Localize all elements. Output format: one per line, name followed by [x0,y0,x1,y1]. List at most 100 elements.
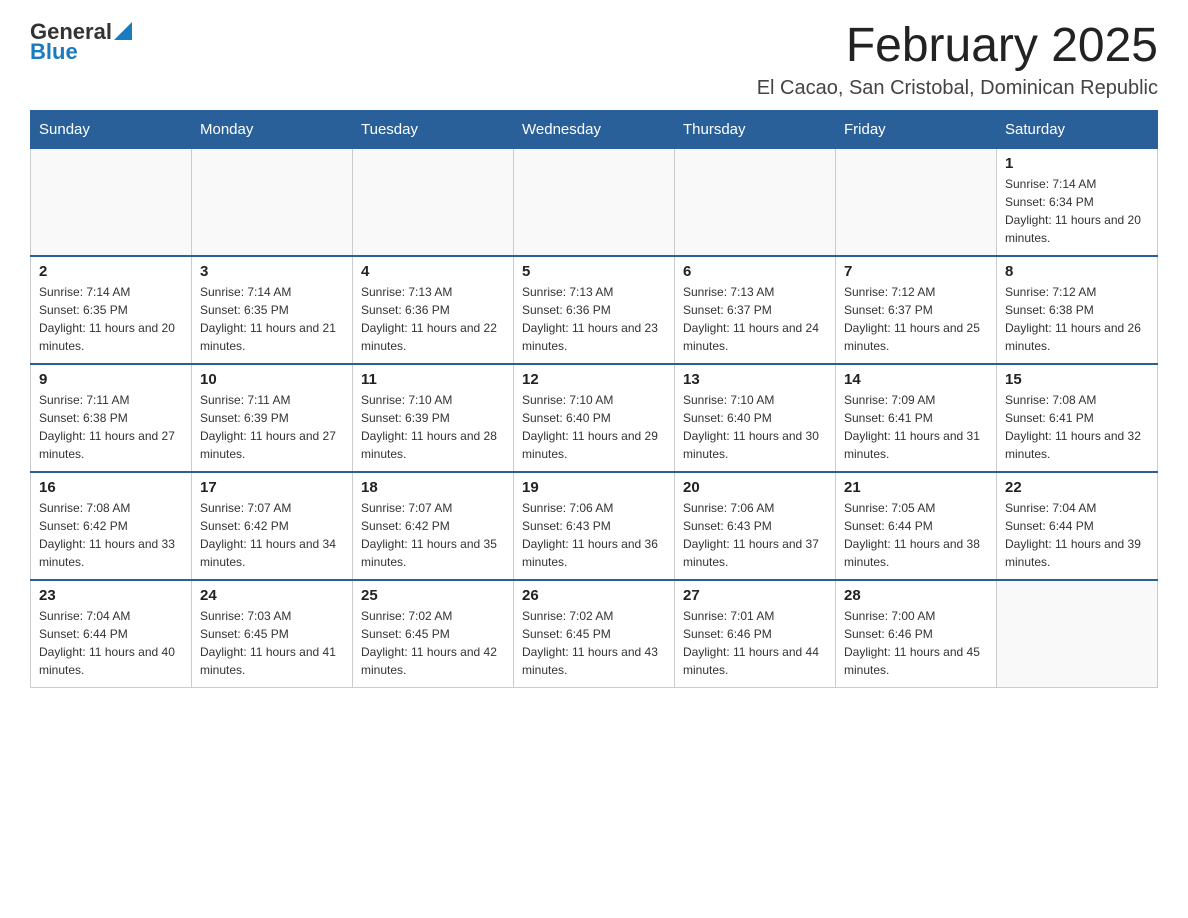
calendar-cell: 21 Sunrise: 7:05 AMSunset: 6:44 PMDayligh… [836,472,997,580]
day-number: 11 [361,371,505,388]
calendar-cell: 17 Sunrise: 7:07 AMSunset: 6:42 PMDayligh… [192,472,353,580]
calendar-cell [353,148,514,256]
calendar-cell: 3Sunrise: 7:14 AMSunset: 6:35 PMDaylight… [192,256,353,364]
day-number: 7 [844,263,988,280]
day-info: Sunrise: 7:02 AMSunset: 6:45 PMDaylight:… [522,607,666,679]
day-info: Sunrise: 7:09 AMSunset: 6:41 PMDaylight:… [844,391,988,463]
day-number: 16 [39,479,183,496]
calendar-header-wednesday: Wednesday [514,110,675,148]
day-info: Sunrise: 7:05 AMSunset: 6:44 PMDaylight:… [844,499,988,571]
calendar-header-row: SundayMondayTuesdayWednesdayThursdayFrid… [31,110,1158,148]
calendar-cell: 2 Sunrise: 7:14 AMSunset: 6:35 PMDaylight… [31,256,192,364]
day-number: 12 [522,371,666,388]
calendar-cell [514,148,675,256]
logo-blue: Blue [30,40,132,64]
calendar-cell: 1 Sunrise: 7:14 AMSunset: 6:34 PMDaylight… [997,148,1158,256]
day-info: Sunrise: 7:04 AMSunset: 6:44 PMDaylight:… [39,607,183,679]
calendar-cell: 10 Sunrise: 7:11 AMSunset: 6:39 PMDayligh… [192,364,353,472]
calendar-cell: 23 Sunrise: 7:04 AMSunset: 6:44 PMDayligh… [31,580,192,688]
day-info: Sunrise: 7:00 AMSunset: 6:46 PMDaylight:… [844,607,988,679]
day-info: Sunrise: 7:07 AMSunset: 6:42 PMDaylight:… [361,499,505,571]
day-info: Sunrise: 7:11 AMSunset: 6:38 PMDaylight:… [39,391,183,463]
day-number: 10 [200,371,344,388]
calendar-cell: 24 Sunrise: 7:03 AMSunset: 6:45 PMDayligh… [192,580,353,688]
calendar-cell: 13 Sunrise: 7:10 AMSunset: 6:40 PMDayligh… [675,364,836,472]
calendar-cell [31,148,192,256]
calendar-cell [997,580,1158,688]
calendar-cell: 18 Sunrise: 7:07 AMSunset: 6:42 PMDayligh… [353,472,514,580]
day-number: 3 [200,263,344,280]
calendar-header-saturday: Saturday [997,110,1158,148]
day-number: 9 [39,371,183,388]
calendar-week-row: 23 Sunrise: 7:04 AMSunset: 6:44 PMDayligh… [31,580,1158,688]
day-info: Sunrise: 7:14 AMSunset: 6:35 PMDaylight:… [39,283,183,355]
day-info: Sunrise: 7:07 AMSunset: 6:42 PMDaylight:… [200,499,344,571]
day-number: 19 [522,479,666,496]
day-info: Sunrise: 7:06 AMSunset: 6:43 PMDaylight:… [522,499,666,571]
day-info: Sunrise: 7:06 AMSunset: 6:43 PMDaylight:… [683,499,827,571]
calendar-cell [192,148,353,256]
calendar-cell: 20 Sunrise: 7:06 AMSunset: 6:43 PMDayligh… [675,472,836,580]
day-info: Sunrise: 7:02 AMSunset: 6:45 PMDaylight:… [361,607,505,679]
day-number: 23 [39,587,183,604]
title-block: February 2025 El Cacao, San Cristobal, D… [757,20,1158,100]
logo: General Blue [30,20,132,64]
calendar-cell: 28Sunrise: 7:00 AMSunset: 6:46 PMDayligh… [836,580,997,688]
logo-arrow-icon [114,22,132,40]
day-number: 26 [522,587,666,604]
day-info: Sunrise: 7:11 AMSunset: 6:39 PMDaylight:… [200,391,344,463]
day-number: 17 [200,479,344,496]
calendar-cell: 6Sunrise: 7:13 AMSunset: 6:37 PMDaylight… [675,256,836,364]
calendar-week-row: 16 Sunrise: 7:08 AMSunset: 6:42 PMDayligh… [31,472,1158,580]
calendar-cell: 12Sunrise: 7:10 AMSunset: 6:40 PMDayligh… [514,364,675,472]
location-title: El Cacao, San Cristobal, Dominican Repub… [757,77,1158,100]
day-number: 13 [683,371,827,388]
calendar-cell: 19 Sunrise: 7:06 AMSunset: 6:43 PMDayligh… [514,472,675,580]
day-number: 25 [361,587,505,604]
day-number: 4 [361,263,505,280]
month-title: February 2025 [757,20,1158,73]
day-info: Sunrise: 7:08 AMSunset: 6:41 PMDaylight:… [1005,391,1149,463]
day-info: Sunrise: 7:12 AMSunset: 6:37 PMDaylight:… [844,283,988,355]
day-number: 14 [844,371,988,388]
calendar-week-row: 2 Sunrise: 7:14 AMSunset: 6:35 PMDaylight… [31,256,1158,364]
calendar-header-monday: Monday [192,110,353,148]
calendar-table: SundayMondayTuesdayWednesdayThursdayFrid… [30,110,1158,688]
day-info: Sunrise: 7:10 AMSunset: 6:40 PMDaylight:… [683,391,827,463]
calendar-cell: 5 Sunrise: 7:13 AMSunset: 6:36 PMDaylight… [514,256,675,364]
calendar-header-thursday: Thursday [675,110,836,148]
day-info: Sunrise: 7:13 AMSunset: 6:36 PMDaylight:… [522,283,666,355]
day-info: Sunrise: 7:08 AMSunset: 6:42 PMDaylight:… [39,499,183,571]
calendar-cell [836,148,997,256]
day-info: Sunrise: 7:01 AMSunset: 6:46 PMDaylight:… [683,607,827,679]
day-number: 21 [844,479,988,496]
day-number: 15 [1005,371,1149,388]
calendar-header-friday: Friday [836,110,997,148]
day-info: Sunrise: 7:03 AMSunset: 6:45 PMDaylight:… [200,607,344,679]
day-info: Sunrise: 7:13 AMSunset: 6:36 PMDaylight:… [361,283,505,355]
calendar-cell: 15 Sunrise: 7:08 AMSunset: 6:41 PMDayligh… [997,364,1158,472]
calendar-cell [675,148,836,256]
calendar-week-row: 9 Sunrise: 7:11 AMSunset: 6:38 PMDaylight… [31,364,1158,472]
day-number: 2 [39,263,183,280]
day-number: 24 [200,587,344,604]
calendar-cell: 16 Sunrise: 7:08 AMSunset: 6:42 PMDayligh… [31,472,192,580]
day-number: 18 [361,479,505,496]
day-number: 5 [522,263,666,280]
day-info: Sunrise: 7:13 AMSunset: 6:37 PMDaylight:… [683,283,827,355]
calendar-cell: 9 Sunrise: 7:11 AMSunset: 6:38 PMDaylight… [31,364,192,472]
day-number: 1 [1005,155,1149,172]
page-header: General Blue February 2025 El Cacao, San… [30,20,1158,100]
day-number: 20 [683,479,827,496]
day-info: Sunrise: 7:14 AMSunset: 6:34 PMDaylight:… [1005,175,1149,247]
calendar-header-sunday: Sunday [31,110,192,148]
day-info: Sunrise: 7:04 AMSunset: 6:44 PMDaylight:… [1005,499,1149,571]
day-number: 8 [1005,263,1149,280]
calendar-cell: 22Sunrise: 7:04 AMSunset: 6:44 PMDayligh… [997,472,1158,580]
calendar-cell: 8Sunrise: 7:12 AMSunset: 6:38 PMDaylight… [997,256,1158,364]
calendar-cell: 25 Sunrise: 7:02 AMSunset: 6:45 PMDayligh… [353,580,514,688]
calendar-cell: 4 Sunrise: 7:13 AMSunset: 6:36 PMDaylight… [353,256,514,364]
calendar-cell: 27Sunrise: 7:01 AMSunset: 6:46 PMDayligh… [675,580,836,688]
calendar-cell: 7 Sunrise: 7:12 AMSunset: 6:37 PMDaylight… [836,256,997,364]
calendar-cell: 14 Sunrise: 7:09 AMSunset: 6:41 PMDayligh… [836,364,997,472]
